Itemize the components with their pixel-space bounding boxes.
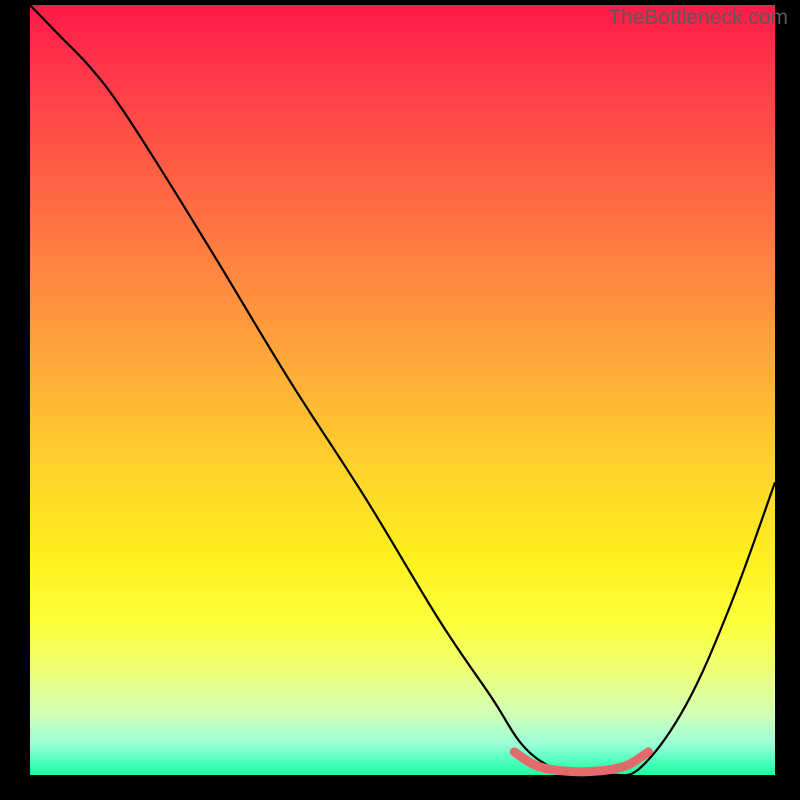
optimal-zone-marker <box>514 752 648 772</box>
chart-curve-layer <box>0 0 800 800</box>
watermark-text: TheBottleneck.com <box>608 6 788 30</box>
bottleneck-curve <box>30 5 775 776</box>
